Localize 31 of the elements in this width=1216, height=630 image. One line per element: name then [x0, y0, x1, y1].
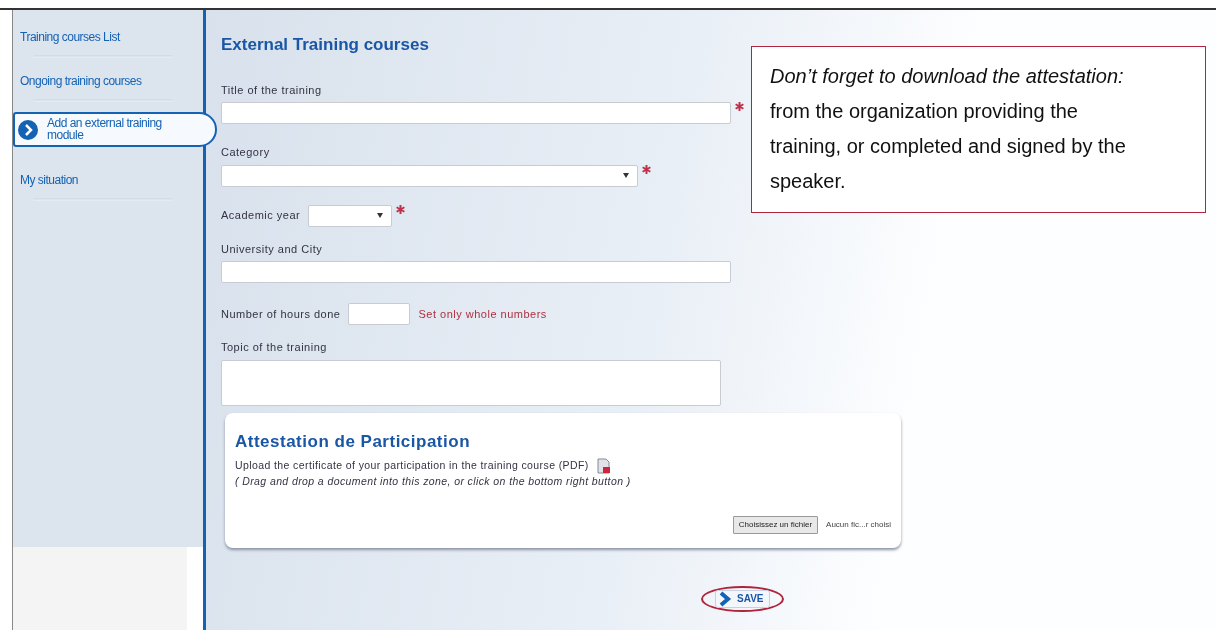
sidebar-item[interactable]: Training courses List: [13, 24, 203, 68]
instruction-text: ( Drag and drop a document into this zone, or click on the bottom right button ): [235, 474, 632, 489]
field-label: University and City: [221, 241, 323, 257]
panel-title: Attestation de Participation: [235, 430, 472, 453]
file-button[interactable]: Choisissez un fichier: [732, 515, 819, 534]
select-field[interactable]: [221, 164, 638, 187]
hint-text: Set only whole numbers: [418, 306, 547, 322]
form-title: External Training courses: [221, 34, 430, 56]
select-field[interactable]: [308, 204, 393, 227]
save-button[interactable]: SAVE: [715, 589, 770, 608]
description-text: Upload the certificate of your participation in the training course (PDF): [235, 458, 589, 474]
note-text: Don’t forget to download the attestation: from the organization providing the training, or completed and signed by the speaker.: [751, 46, 1206, 213]
chevron-icon: [18, 120, 38, 140]
field-label: Topic of the training: [221, 340, 327, 355]
field-label: Category: [221, 145, 270, 160]
sidebar-item[interactable]: Add an external training module: [13, 112, 217, 147]
text-area[interactable]: [221, 359, 721, 406]
upload-panel[interactable]: [225, 412, 901, 548]
sidebar-item[interactable]: Ongoing training courses: [13, 68, 203, 112]
field-label: Number of hours done: [221, 306, 341, 322]
text-field[interactable]: [221, 102, 731, 124]
sidebar-item[interactable]: My situation: [13, 167, 203, 211]
chevron-icon: [718, 590, 732, 607]
text-field[interactable]: [221, 261, 731, 283]
dropdown-arrow-icon: [623, 173, 629, 178]
file-status: Aucun fic...r choisi: [826, 518, 891, 531]
field-label: Title of the training: [221, 82, 322, 98]
dropdown-arrow-icon: [377, 213, 384, 218]
field-label: Academic year: [221, 208, 301, 224]
number-field[interactable]: [348, 303, 411, 325]
pdf-file-icon: [596, 458, 611, 474]
